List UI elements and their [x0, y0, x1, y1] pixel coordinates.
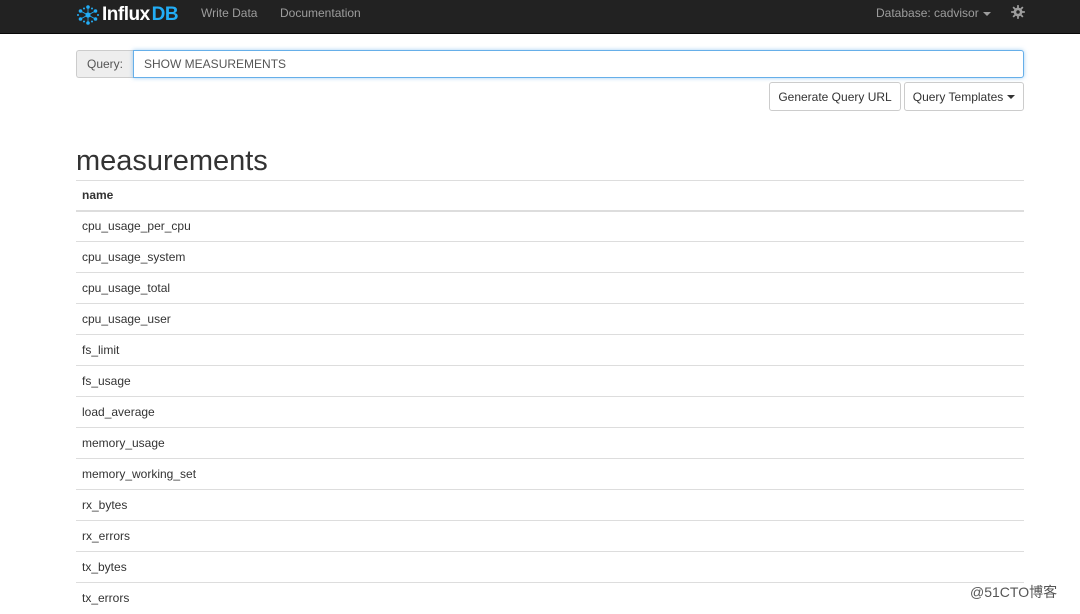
top-navbar: Influx DB Write Data Documentation Databa… [0, 0, 1080, 34]
table-cell: memory_usage [76, 427, 1024, 459]
query-templates-label: Query Templates [912, 89, 1004, 104]
column-header-name: name [76, 180, 1024, 212]
table-cell: tx_errors [76, 582, 1024, 614]
table-row: tx_errors [76, 582, 1024, 614]
series-title: measurements [76, 145, 268, 177]
table-row: cpu_usage_total [76, 272, 1024, 304]
table-cell: cpu_usage_per_cpu [76, 210, 1024, 242]
table-row: memory_usage [76, 427, 1024, 459]
table-row: memory_working_set [76, 458, 1024, 490]
table-cell: fs_usage [76, 365, 1024, 397]
table-cell: tx_bytes [76, 551, 1024, 583]
brand-db-text: DB [151, 4, 179, 25]
query-label: Query: [76, 50, 134, 78]
table-cell: fs_limit [76, 334, 1024, 366]
table-row: cpu_usage_user [76, 303, 1024, 335]
measurements-table: name cpu_usage_per_cpu cpu_usage_system … [76, 180, 1024, 614]
table-row: rx_bytes [76, 489, 1024, 521]
table-row: cpu_usage_per_cpu [76, 210, 1024, 242]
database-dropdown[interactable]: Database: cadvisor [876, 6, 991, 20]
watermark-text: @51CTO博客 [970, 584, 1058, 600]
table-cell: cpu_usage_total [76, 272, 1024, 304]
caret-down-icon [982, 11, 991, 16]
table-header-row: name [76, 180, 1024, 212]
influxdb-logo[interactable]: Influx DB [76, 2, 179, 28]
table-row: fs_usage [76, 365, 1024, 397]
table-row: load_average [76, 396, 1024, 428]
table-cell: cpu_usage_user [76, 303, 1024, 335]
query-input[interactable] [133, 50, 1024, 78]
brand-influx-text: Influx [102, 4, 150, 25]
table-row: fs_limit [76, 334, 1024, 366]
table-cell: rx_bytes [76, 489, 1024, 521]
nav-write-data-link[interactable]: Write Data [201, 6, 257, 20]
query-templates-button[interactable]: Query Templates [904, 82, 1024, 111]
table-cell: rx_errors [76, 520, 1024, 552]
table-cell: cpu_usage_system [76, 241, 1024, 273]
query-input-group: Query: [76, 50, 1024, 78]
generate-query-url-button[interactable]: Generate Query URL [769, 82, 901, 111]
table-cell: load_average [76, 396, 1024, 428]
caret-down-icon [1007, 94, 1016, 99]
gear-icon[interactable] [1011, 5, 1025, 19]
database-dropdown-label: Database: cadvisor [876, 6, 979, 20]
nav-documentation-link[interactable]: Documentation [280, 6, 361, 20]
table-row: rx_errors [76, 520, 1024, 552]
table-cell: memory_working_set [76, 458, 1024, 490]
table-row: cpu_usage_system [76, 241, 1024, 273]
table-row: tx_bytes [76, 551, 1024, 583]
influxdb-logo-icon [77, 5, 99, 25]
